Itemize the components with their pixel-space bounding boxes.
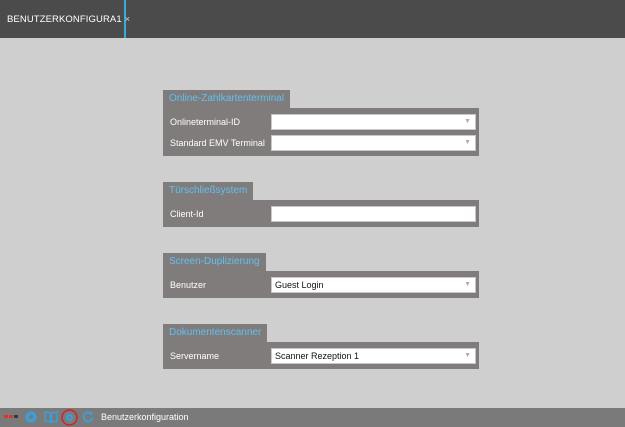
gear-cog-icon[interactable] (24, 410, 38, 424)
field-label: Benutzer (170, 279, 207, 290)
field-label: Servername (170, 350, 220, 361)
onlineterminal-id-select[interactable]: ▼ (271, 113, 476, 130)
section-tuerschliesssystem: Türschließsystem Client-Id (163, 180, 479, 227)
section-title: Türschließsystem (163, 182, 254, 200)
settings-icon[interactable] (61, 409, 78, 426)
select-value: Guest Login (275, 279, 324, 290)
chevron-down-icon[interactable]: ▼ (464, 115, 471, 129)
bottom-status-bar: Benutzerkonfiguration (0, 408, 625, 427)
section-dokumentenscanner: Dokumentenscanner Servername Scanner Rez… (163, 322, 479, 369)
tab-benutzerkonfiguration[interactable]: BENUTZERKONFIGURA1 × (0, 0, 130, 38)
select-value: Scanner Rezeption 1 (275, 350, 360, 361)
section-online-zahlkartenterminal: Online-Zahlkartenterminal Onlineterminal… (163, 88, 479, 156)
field-label: Client-Id (170, 208, 204, 219)
field-label: Onlineterminal-ID (170, 116, 241, 127)
form-row-onlineterminal-id: Onlineterminal-ID ▼ (163, 111, 479, 132)
tab-label: BENUTZERKONFIGURA1 (7, 13, 122, 25)
servername-select[interactable]: Scanner Rezeption 1 ▼ (271, 347, 476, 364)
close-icon[interactable]: × (125, 14, 130, 24)
client-id-input[interactable] (271, 205, 476, 222)
form-row-servername: Servername Scanner Rezeption 1 ▼ (163, 345, 479, 366)
benutzer-select[interactable]: Guest Login ▼ (271, 276, 476, 293)
status-dots-icon (4, 415, 18, 418)
section-title: Screen-Duplizierung (163, 253, 266, 271)
refresh-icon[interactable] (81, 410, 95, 424)
chevron-down-icon[interactable]: ▼ (464, 136, 471, 150)
standard-emv-terminal-select[interactable]: ▼ (271, 134, 476, 151)
form-row-standard-emv-terminal: Standard EMV Terminal ▼ (163, 132, 479, 153)
section-screen-duplizierung: Screen-Duplizierung Benutzer Guest Login… (163, 251, 479, 298)
form-row-benutzer: Benutzer Guest Login ▼ (163, 274, 479, 295)
form-row-client-id: Client-Id (163, 203, 479, 224)
book-icon[interactable] (44, 410, 58, 424)
section-title: Online-Zahlkartenterminal (163, 90, 291, 108)
chevron-down-icon[interactable]: ▼ (464, 278, 471, 292)
field-label: Standard EMV Terminal (170, 137, 265, 148)
status-bar-label: Benutzerkonfiguration (101, 412, 189, 422)
section-body: Servername Scanner Rezeption 1 ▼ (163, 342, 479, 369)
section-title: Dokumentenscanner (163, 324, 268, 342)
chevron-down-icon[interactable]: ▼ (464, 349, 471, 363)
section-body: Onlineterminal-ID ▼ Standard EMV Termina… (163, 108, 479, 156)
section-body: Benutzer Guest Login ▼ (163, 271, 479, 298)
section-body: Client-Id (163, 200, 479, 227)
top-tab-bar: BENUTZERKONFIGURA1 × (0, 0, 625, 38)
